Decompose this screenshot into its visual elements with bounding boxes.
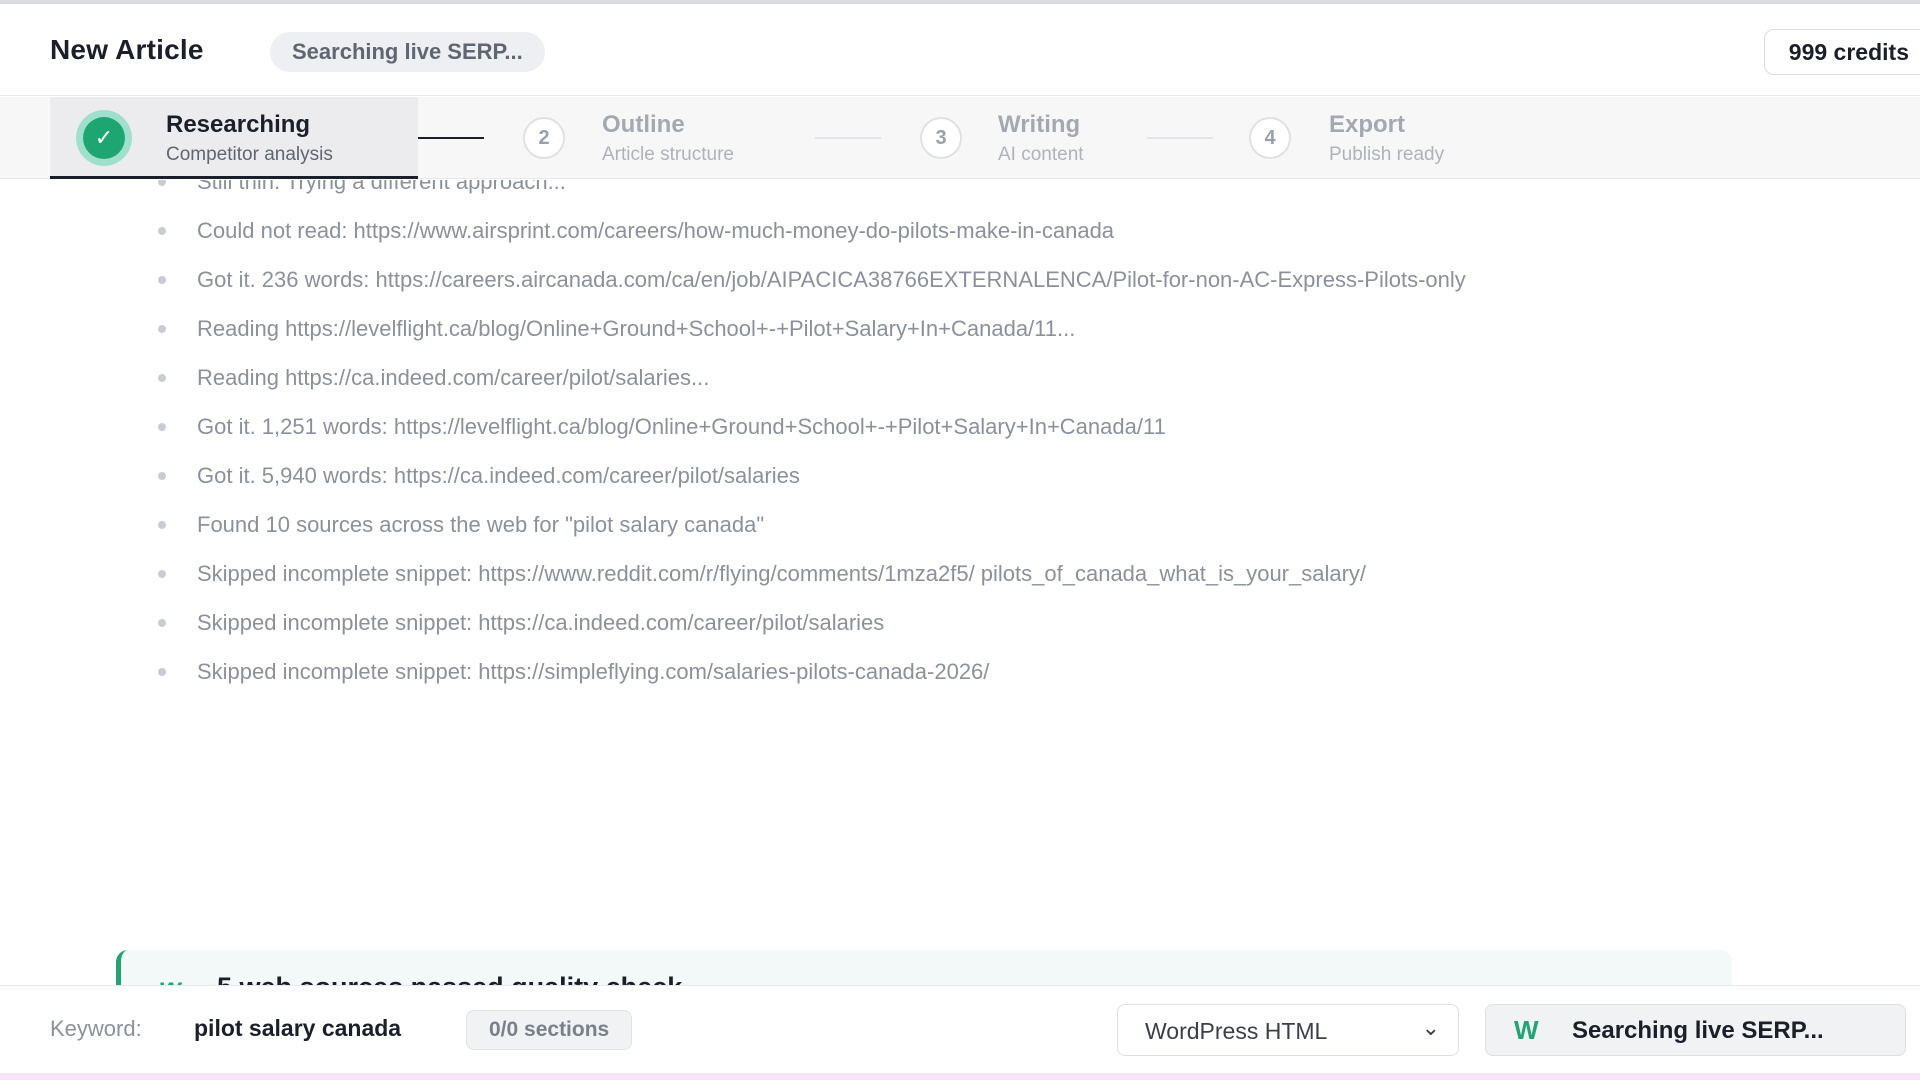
step-subtitle: AI content xyxy=(998,144,1084,165)
footer-bar: Keyword: pilot salary canada 0/0 section… xyxy=(0,985,1920,1073)
bullet-icon xyxy=(158,180,166,186)
step-researching[interactable]: ✓ Researching Competitor analysis xyxy=(50,97,418,179)
keyword-label: Keyword: xyxy=(50,1016,142,1041)
log-item: Got it. 1,251 words: https://levelflight… xyxy=(0,411,1920,443)
step-connector xyxy=(418,137,484,139)
log-item: Got it. 5,940 words: https://ca.indeed.c… xyxy=(0,460,1920,492)
app-header: New Article Searching live SERP... 999 c… xyxy=(0,4,1920,96)
step-connector xyxy=(1147,137,1213,139)
credits-button[interactable]: 999 credits xyxy=(1763,29,1920,75)
step-title: Researching xyxy=(166,111,311,138)
bullet-icon xyxy=(158,325,166,333)
log-text: Got it. 5,940 words: https://ca.indeed.c… xyxy=(197,463,800,488)
log-text: Could not read: https://www.airsprint.co… xyxy=(197,218,1115,243)
log-item: Reading https://ca.indeed.com/career/pil… xyxy=(0,362,1920,394)
log-text: Skipped incomplete snippet: https://ca.i… xyxy=(197,610,885,635)
activity-log[interactable]: Still thin. Trying a different approach.… xyxy=(0,180,1920,985)
log-item: Could not read: https://www.airsprint.co… xyxy=(0,215,1920,247)
step-subtitle: Competitor analysis xyxy=(166,144,333,165)
log-item: Skipped incomplete snippet: https://ca.i… xyxy=(0,607,1920,639)
log-text: Reading https://levelflight.ca/blog/Onli… xyxy=(197,316,1076,341)
log-text: Skipped incomplete snippet: https://simp… xyxy=(197,659,990,684)
w-logo-icon: w xyxy=(159,972,181,985)
window-bottom-edge xyxy=(0,1073,1920,1080)
step-export[interactable]: 4 Export Publish ready xyxy=(1248,97,1508,179)
keyword-value: pilot salary canada xyxy=(194,1015,402,1041)
step-subtitle: Publish ready xyxy=(1329,144,1445,165)
generate-button-label: Searching live SERP... xyxy=(1572,1017,1824,1044)
step-writing[interactable]: 3 Writing AI content xyxy=(916,97,1166,179)
page-title: New Article xyxy=(50,34,204,65)
quality-check-callout: w 5 web sources passed quality check xyxy=(116,950,1732,985)
log-text: Got it. 1,251 words: https://levelflight… xyxy=(197,414,1166,439)
log-text: Skipped incomplete snippet: https://www.… xyxy=(197,561,1367,586)
step-number: 3 xyxy=(920,117,962,159)
bullet-icon xyxy=(158,521,166,529)
log-text: Got it. 236 words: https://careers.airca… xyxy=(197,267,1466,292)
log-item: Got it. 236 words: https://careers.airca… xyxy=(0,264,1920,296)
log-text: Still thin. Trying a different approach.… xyxy=(197,180,566,194)
export-format-select[interactable]: WordPress HTML ⌄ xyxy=(1117,1004,1459,1056)
sections-count-badge: 0/0 sections xyxy=(466,1010,633,1050)
bullet-icon xyxy=(158,472,166,480)
format-selected-value: WordPress HTML xyxy=(1145,1018,1328,1044)
log-text: Found 10 sources across the web for "pil… xyxy=(197,512,765,537)
step-number: 4 xyxy=(1249,117,1291,159)
bullet-icon xyxy=(158,570,166,578)
step-title: Writing xyxy=(998,111,1081,138)
step-title: Export xyxy=(1329,111,1406,138)
step-title: Outline xyxy=(602,111,685,138)
log-item: Still thin. Trying a different approach.… xyxy=(0,180,1920,198)
log-item: Reading https://levelflight.ca/blog/Onli… xyxy=(0,313,1920,345)
status-badge: Searching live SERP... xyxy=(270,32,545,72)
w-logo-icon: W xyxy=(1514,1015,1539,1045)
chevron-down-icon: ⌄ xyxy=(1421,1015,1440,1040)
log-list: Still thin. Trying a different approach.… xyxy=(0,180,1920,705)
bullet-icon xyxy=(158,668,166,676)
log-item: Found 10 sources across the web for "pil… xyxy=(0,509,1920,541)
bullet-icon xyxy=(158,227,166,235)
quality-check-message: 5 web sources passed quality check xyxy=(217,972,682,985)
step-number: 2 xyxy=(523,117,565,159)
check-icon: ✓ xyxy=(83,117,125,159)
log-text: Reading https://ca.indeed.com/career/pil… xyxy=(197,365,710,390)
bullet-icon xyxy=(158,619,166,627)
step-outline[interactable]: 2 Outline Article structure xyxy=(520,97,800,179)
bullet-icon xyxy=(158,276,166,284)
progress-steps: ✓ Researching Competitor analysis 2 Outl… xyxy=(0,97,1920,179)
log-item: Skipped incomplete snippet: https://simp… xyxy=(0,656,1920,688)
step-subtitle: Article structure xyxy=(602,144,734,165)
generate-button[interactable]: W Searching live SERP... xyxy=(1485,1004,1906,1056)
bullet-icon xyxy=(158,423,166,431)
step-connector xyxy=(815,137,881,139)
bullet-icon xyxy=(158,374,166,382)
log-item: Skipped incomplete snippet: https://www.… xyxy=(0,558,1920,590)
